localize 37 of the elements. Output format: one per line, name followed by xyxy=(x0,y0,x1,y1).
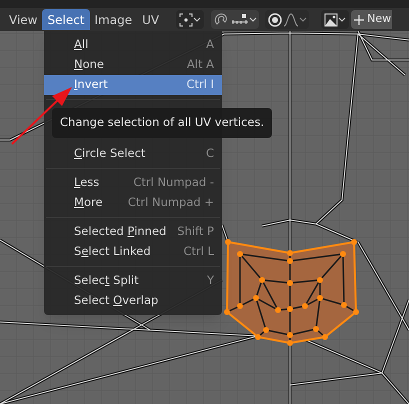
image-icon xyxy=(324,12,338,26)
shortcut-label: Alt A xyxy=(186,56,214,74)
shortcut-label: Y xyxy=(206,272,214,290)
shortcut-label: C xyxy=(206,145,214,162)
proportional-icon[interactable] xyxy=(267,12,284,28)
shortcut-label: Ctrl Numpad - xyxy=(133,174,214,192)
menu-item[interactable]: More Ctrl Numpad + xyxy=(44,193,222,213)
shortcut-label: A xyxy=(206,36,214,54)
menu-item[interactable]: Invert Ctrl I xyxy=(44,75,222,95)
pivot-dropdown[interactable] xyxy=(176,10,204,29)
menu-item[interactable]: Selected Pinned Shift P xyxy=(44,222,222,242)
menu-tab[interactable]: UV xyxy=(137,9,164,30)
menu-tab[interactable]: Image xyxy=(90,9,138,30)
new-image-button[interactable]: New xyxy=(351,10,392,29)
menu-tab[interactable]: Select xyxy=(42,9,90,30)
pivot-icon xyxy=(179,12,194,26)
menu-item[interactable]: Select Overlap xyxy=(44,291,222,311)
menu-item[interactable]: Less Ctrl Numpad - xyxy=(44,173,222,193)
menu-item[interactable]: Select Split Y xyxy=(44,271,222,291)
menu-item[interactable]: Circle Select C xyxy=(44,144,222,164)
menu-tab[interactable]: View xyxy=(4,9,42,30)
shortcut-label: Ctrl L xyxy=(183,243,214,260)
caret-icon[interactable] xyxy=(299,16,308,22)
menu-item[interactable]: Select Linked Ctrl L xyxy=(44,242,222,262)
caret-icon xyxy=(193,16,202,22)
falloff-curve-icon[interactable] xyxy=(283,12,300,26)
menu-item[interactable]: None Alt A xyxy=(44,55,222,75)
plus-icon xyxy=(354,14,364,24)
image-dropdown[interactable] xyxy=(321,10,350,29)
caret-icon[interactable] xyxy=(249,16,258,22)
tooltip: Change selection of all UV vertices. xyxy=(52,108,272,138)
shortcut-label: Ctrl Numpad + xyxy=(128,194,214,212)
snap-increment-icon[interactable] xyxy=(231,12,250,26)
shortcut-label: Ctrl I xyxy=(186,76,214,94)
shortcut-label: Shift P xyxy=(177,223,214,240)
caret-icon xyxy=(338,16,346,22)
menu-item[interactable]: All A xyxy=(44,35,222,55)
